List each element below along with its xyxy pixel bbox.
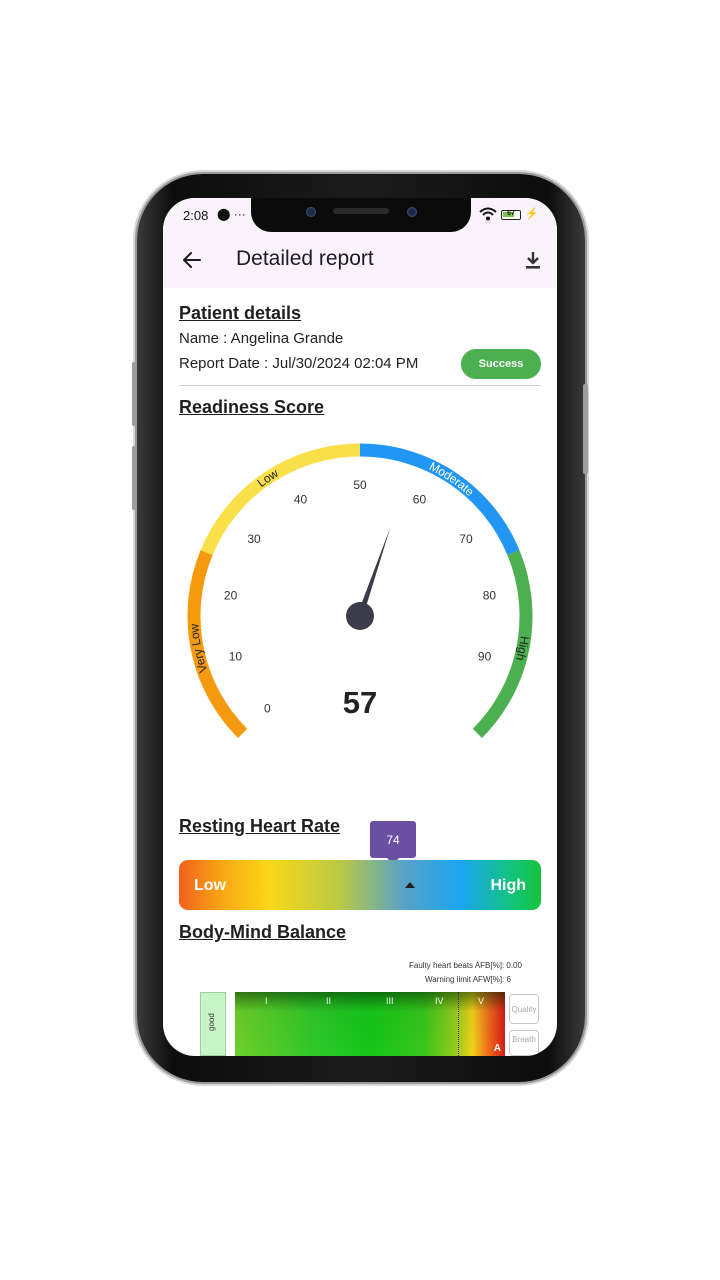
gauge-tick-label: 20 xyxy=(224,589,238,603)
quality-button[interactable]: Quality xyxy=(509,994,539,1024)
front-camera-icon xyxy=(306,207,316,217)
readiness-score-heading: Readiness Score xyxy=(179,397,325,417)
zone-label: I xyxy=(265,996,268,1006)
camera-notch xyxy=(251,198,471,232)
gauge-band-label: Moderate xyxy=(427,459,477,499)
heart-rate-bar: Low High xyxy=(179,860,541,910)
zone-label: V xyxy=(478,996,485,1006)
status-badge[interactable]: Success xyxy=(461,349,541,379)
zone-label: II xyxy=(326,996,332,1006)
gauge-tick-label: 90 xyxy=(478,649,492,663)
readiness-value: 57 xyxy=(342,685,378,720)
sensor-icon xyxy=(407,207,417,217)
gauge-tick-label: 50 xyxy=(353,478,367,492)
report-date: Report Date : Jul/30/2024 02:04 PM xyxy=(179,355,419,372)
gauge-band-label: Very Low xyxy=(187,623,210,674)
gauge-tick-label: 80 xyxy=(483,589,497,603)
zone-label: IV xyxy=(435,996,444,1006)
phone-side-button xyxy=(132,446,137,510)
app-bar: Detailed report xyxy=(163,234,557,288)
heart-rate-low-label: Low xyxy=(194,877,226,894)
afw-text: Warning limit AFW[%]: 6 xyxy=(425,975,511,984)
download-icon[interactable] xyxy=(521,248,545,272)
heart-rate-value: 74 xyxy=(386,832,400,847)
battery-icon: 67 xyxy=(501,210,521,220)
zone-label: III xyxy=(386,996,394,1006)
back-arrow-icon[interactable] xyxy=(180,248,204,272)
gauge-tick-label: 60 xyxy=(413,492,427,506)
body-mind-scale: good xyxy=(200,992,226,1056)
page-title: Detailed report xyxy=(236,247,374,270)
threshold-line xyxy=(458,992,459,1056)
notification-icons: ⬤ ··· xyxy=(217,207,246,221)
gauge-band-low xyxy=(200,443,361,555)
status-bar: 2:08 ⬤ ··· 67 ⚡ xyxy=(163,198,557,234)
phone-power-button xyxy=(583,384,588,474)
gauge-tick-label: 30 xyxy=(247,532,261,546)
heart-rate-tooltip: 74 xyxy=(370,821,416,864)
gauge-hub xyxy=(346,602,374,630)
zone-corner-label: A xyxy=(493,1043,501,1054)
heart-rate-marker-icon xyxy=(405,882,415,888)
gauge-tick-label: 40 xyxy=(294,492,308,506)
status-time: 2:08 xyxy=(183,208,209,223)
patient-name: Name : Angelina Grande xyxy=(179,330,344,347)
afb-text: Faulty heart beats AFB[%]: 0.00 xyxy=(409,961,522,970)
resting-heart-rate-heading: Resting Heart Rate xyxy=(179,816,341,836)
patient-details-heading: Patient details xyxy=(179,303,302,323)
earpiece-speaker xyxy=(333,208,389,214)
charging-icon: ⚡ xyxy=(525,208,539,220)
phone-side-button xyxy=(132,362,137,426)
body-mind-heatmap: I II III IV V A xyxy=(235,992,505,1056)
heart-rate-high-label: High xyxy=(490,877,526,894)
body-mind-heading: Body-Mind Balance xyxy=(179,922,347,942)
phone-screen: 2:08 ⬤ ··· 67 ⚡ Detailed report Patient … xyxy=(163,198,557,1056)
divider xyxy=(179,385,541,386)
gauge-tick-label: 70 xyxy=(459,532,473,546)
wifi-icon xyxy=(479,207,497,221)
gauge-tick-label: 10 xyxy=(229,649,243,663)
breath-button[interactable]: Breath xyxy=(509,1030,539,1056)
battery-level: 67 xyxy=(507,210,515,217)
scale-label: good xyxy=(207,1013,216,1031)
